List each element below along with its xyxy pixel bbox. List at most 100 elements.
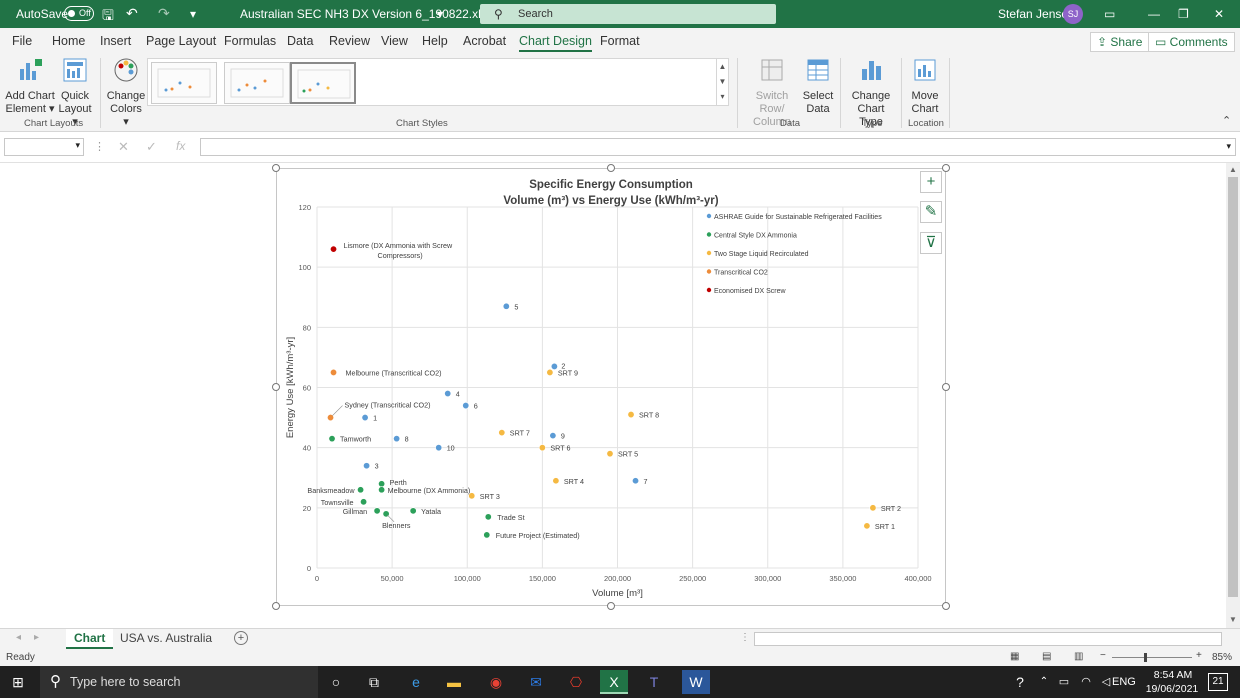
- file-name[interactable]: Australian SEC NH3 DX Version 6_190822.x…: [240, 7, 493, 21]
- brush-icon: ✎: [924, 203, 938, 220]
- ribbon-display-icon[interactable]: ▭: [1104, 7, 1115, 21]
- language-indicator[interactable]: ENG: [1112, 676, 1136, 688]
- vertical-scrollbar[interactable]: ▲ ▼: [1226, 163, 1240, 628]
- collapse-ribbon-icon[interactable]: ⌃: [1222, 114, 1231, 127]
- zoom-out-icon[interactable]: −: [1100, 650, 1106, 661]
- tab-usa-vs-australia[interactable]: USA vs. Australia: [112, 629, 220, 649]
- ribbon-separator: [737, 58, 738, 128]
- enter-icon[interactable]: ✓: [146, 139, 157, 155]
- select-data-button[interactable]: Select Data: [800, 57, 836, 116]
- data-label: 6: [474, 402, 478, 411]
- save-icon[interactable]: 🖫: [102, 5, 114, 29]
- edge-icon[interactable]: e: [402, 670, 430, 694]
- outlook-icon[interactable]: ✉: [522, 670, 550, 694]
- zoom-slider-thumb[interactable]: [1144, 653, 1147, 662]
- restore-icon[interactable]: ❐: [1178, 7, 1189, 21]
- resize-handle[interactable]: [942, 602, 950, 610]
- menu-insert[interactable]: Insert: [100, 34, 131, 48]
- file-explorer-icon[interactable]: ▬: [440, 670, 468, 694]
- scroll-down-icon[interactable]: ▼: [1229, 615, 1237, 624]
- data-label: SRT 8: [639, 411, 659, 420]
- x-tick-label: 150,000: [529, 574, 556, 583]
- page-break-view-icon[interactable]: ▥: [1074, 651, 1083, 662]
- menu-home[interactable]: Home: [52, 34, 85, 48]
- add-sheet-icon[interactable]: +: [234, 631, 248, 645]
- search-box[interactable]: ⚲ Search: [480, 4, 776, 24]
- data-point: [330, 368, 338, 376]
- word-icon[interactable]: W: [682, 670, 710, 694]
- name-box[interactable]: ▾: [4, 138, 84, 156]
- resize-handle[interactable]: [607, 602, 615, 610]
- gallery-scroll[interactable]: ▲ ▼ ▾: [716, 59, 728, 105]
- resize-handle[interactable]: [942, 383, 950, 391]
- avatar[interactable]: SJ: [1063, 4, 1083, 24]
- minimize-icon[interactable]: —: [1148, 7, 1160, 21]
- tab-splitter-icon[interactable]: ⋮: [740, 632, 750, 643]
- undo-icon[interactable]: ↶: [126, 5, 138, 22]
- resize-handle[interactable]: [272, 602, 280, 610]
- menu-review[interactable]: Review: [329, 34, 370, 48]
- tab-next-icon[interactable]: ▸: [34, 632, 39, 643]
- redo-icon[interactable]: ↷: [158, 5, 170, 22]
- zoom-in-icon[interactable]: +: [1196, 650, 1202, 661]
- menu-file[interactable]: File: [12, 34, 32, 48]
- resize-handle[interactable]: [272, 383, 280, 391]
- zoom-level[interactable]: 85%: [1212, 652, 1232, 663]
- chart-filters-button[interactable]: ⊽: [920, 232, 942, 254]
- chart-style-thumb[interactable]: [151, 62, 217, 104]
- search-icon: ⚲: [494, 7, 503, 21]
- resize-handle[interactable]: [942, 164, 950, 172]
- menu-view[interactable]: View: [381, 34, 408, 48]
- resize-handle[interactable]: [607, 164, 615, 172]
- menu-acrobat[interactable]: Acrobat: [463, 34, 506, 48]
- cancel-icon[interactable]: ✕: [118, 139, 129, 155]
- scroll-up-icon[interactable]: ▲: [1229, 165, 1237, 174]
- menu-help[interactable]: Help: [422, 34, 448, 48]
- data-label: SRT 4: [564, 477, 584, 486]
- tab-prev-icon[interactable]: ◂: [16, 632, 21, 643]
- expand-formula-icon[interactable]: ▾: [1226, 141, 1231, 152]
- filename-dropdown-icon[interactable]: ▾: [437, 7, 443, 21]
- cortana-icon[interactable]: ○: [322, 670, 350, 694]
- acrobat-icon[interactable]: ⎔: [562, 670, 590, 694]
- notifications-badge[interactable]: 21: [1208, 673, 1228, 691]
- share-button[interactable]: ⇪ Share: [1090, 32, 1150, 52]
- close-icon[interactable]: ✕: [1214, 7, 1224, 21]
- add-chart-element-button[interactable]: Add Chart Element ▾: [4, 57, 56, 116]
- chart-style-thumb-selected[interactable]: [290, 62, 356, 104]
- normal-view-icon[interactable]: ▦: [1010, 651, 1019, 662]
- chart-area[interactable]: 0 50,000 100,000 150,000 200,000 250,000 300,0…: [276, 168, 946, 606]
- scroll-thumb[interactable]: [1228, 177, 1238, 597]
- clock-date[interactable]: 19/06/2021: [1142, 683, 1202, 695]
- chart-style-thumb[interactable]: [224, 62, 290, 104]
- taskbar-search[interactable]: ⚲ Type here to search: [40, 666, 318, 698]
- menu-data[interactable]: Data: [287, 34, 313, 48]
- chart-styles-button[interactable]: ✎: [920, 201, 942, 223]
- autosave-toggle[interactable]: Off: [64, 6, 94, 21]
- formula-input[interactable]: ▾: [200, 138, 1236, 156]
- teams-icon[interactable]: T: [640, 670, 668, 694]
- zoom-slider[interactable]: [1112, 657, 1192, 658]
- menu-formulas[interactable]: Formulas: [224, 34, 276, 48]
- ribbon: Add Chart Element ▾ Quick Layout ▾ Chang…: [0, 54, 1240, 132]
- comments-button[interactable]: ▭ Comments: [1148, 32, 1235, 52]
- change-colors-button[interactable]: Change Colors ▾: [106, 57, 146, 129]
- windows-start-icon[interactable]: ⊞: [4, 670, 32, 694]
- horizontal-scrollbar[interactable]: [754, 632, 1222, 646]
- excel-icon[interactable]: X: [600, 670, 628, 694]
- page-layout-view-icon[interactable]: ▤: [1042, 651, 1051, 662]
- clock-time[interactable]: 8:54 AM: [1146, 669, 1200, 681]
- menu-format[interactable]: Format: [600, 34, 640, 48]
- resize-handle[interactable]: [272, 164, 280, 172]
- task-view-icon[interactable]: ⧉: [360, 670, 388, 694]
- menu-page-layout[interactable]: Page Layout: [146, 34, 216, 48]
- legend-marker: [706, 232, 712, 237]
- insert-function-button[interactable]: fx: [176, 139, 185, 153]
- menu-chart-design[interactable]: Chart Design: [519, 34, 592, 52]
- move-chart-button[interactable]: Move Chart: [906, 57, 944, 116]
- customize-toolbar-icon[interactable]: ▾: [190, 7, 196, 21]
- chrome-icon[interactable]: ◉: [482, 670, 510, 694]
- name-box-dropdown-icon[interactable]: ▾: [75, 140, 80, 151]
- chart-elements-button[interactable]: +: [920, 171, 942, 193]
- tab-chart[interactable]: Chart: [66, 629, 114, 649]
